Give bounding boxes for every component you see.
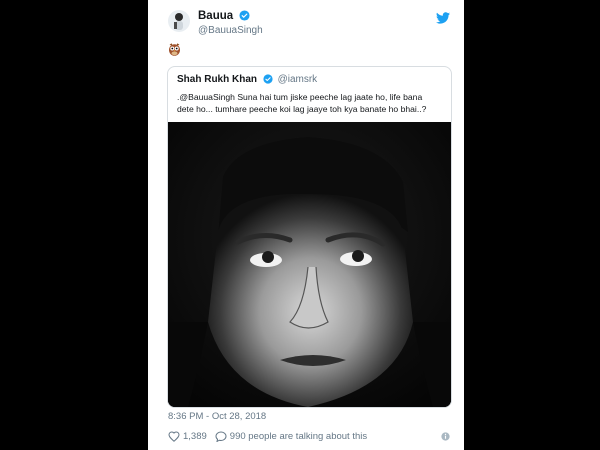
quoted-author-name: Shah Rukh Khan bbox=[177, 74, 258, 85]
owl-emoji-icon bbox=[169, 43, 180, 56]
tweet-stats: 1,389 990 people are talking about this bbox=[168, 431, 375, 442]
talking-stat[interactable]: 990 people are talking about this bbox=[215, 431, 367, 442]
tweet-card: Bauua @BauuaSingh Shah Rukh Khan @iamsrk… bbox=[148, 0, 464, 450]
author-name-text: Bauua bbox=[198, 10, 234, 22]
verified-badge-icon bbox=[239, 10, 250, 21]
quoted-tweet[interactable]: Shah Rukh Khan @iamsrk .@BauuaSingh Suna… bbox=[167, 66, 452, 408]
author-name[interactable]: Bauua bbox=[198, 10, 250, 22]
author-handle[interactable]: @BauuaSingh bbox=[198, 25, 263, 36]
portrait-photo bbox=[168, 122, 451, 407]
like-stat[interactable]: 1,389 bbox=[168, 431, 207, 442]
info-icon[interactable] bbox=[441, 432, 450, 441]
like-count: 1,389 bbox=[183, 431, 207, 442]
quoted-tweet-text: .@BauuaSingh Suna hai tum jiske peeche l… bbox=[177, 91, 439, 115]
tweet-timestamp[interactable]: 8:36 PM - Oct 28, 2018 bbox=[168, 411, 266, 422]
talking-count: 990 people are talking about this bbox=[229, 431, 368, 442]
verified-badge-icon bbox=[263, 74, 273, 84]
author-avatar[interactable] bbox=[168, 10, 190, 32]
quoted-author-handle: @iamsrk bbox=[277, 74, 318, 85]
quoted-tweet-photo[interactable] bbox=[168, 122, 451, 407]
speech-bubble-icon bbox=[215, 431, 227, 442]
quoted-author[interactable]: Shah Rukh Khan @iamsrk bbox=[177, 74, 317, 85]
heart-icon bbox=[168, 431, 180, 442]
twitter-bird-icon[interactable] bbox=[436, 12, 450, 24]
quoted-text-line-2: dete ho... tumhare peeche koi lag jaaye … bbox=[177, 104, 427, 114]
quoted-text-line-1: .@BauuaSingh Suna hai tum jiske peeche l… bbox=[177, 92, 423, 102]
